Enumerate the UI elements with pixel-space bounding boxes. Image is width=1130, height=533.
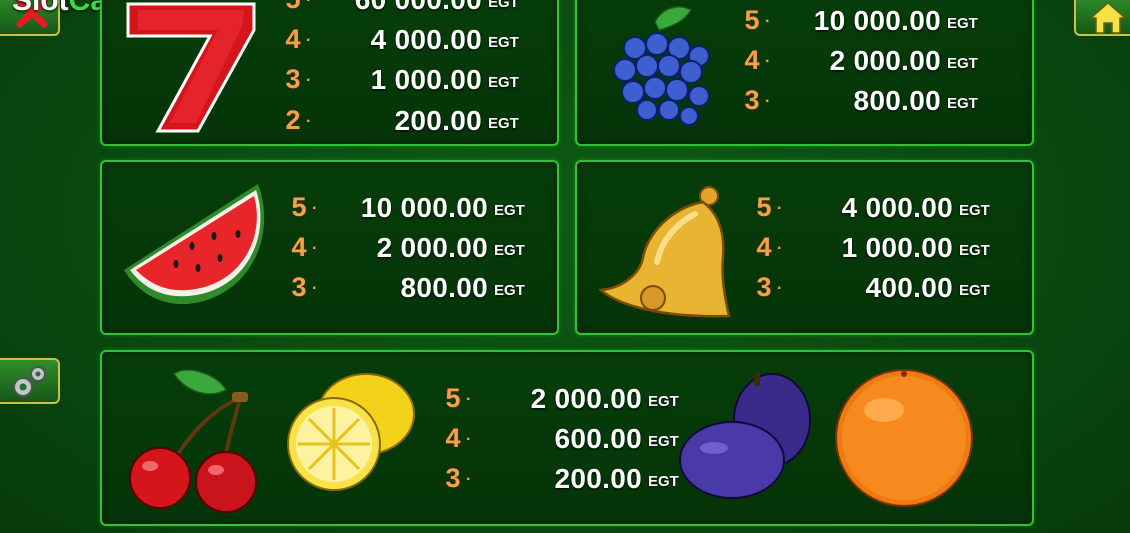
pay-amount: 2 000.00: [530, 383, 642, 414]
pay-row: 3 · 200.00 EGT: [442, 461, 702, 501]
pay-dot: ·: [312, 240, 318, 257]
pay-dot: ·: [777, 240, 783, 257]
pay-amount: 1 000.00: [841, 232, 953, 263]
pay-row: 4 · 4 000.00 EGT: [282, 22, 542, 62]
pay-amount: 600.00: [554, 423, 642, 454]
pay-amount: 60 000.00: [322, 0, 482, 16]
paytable-panel-watermelon: 5 · 10 000.00 EGT 4 · 2 000.00 EGT 3 · 800.00…: [100, 160, 559, 335]
pay-row: 3 · 400.00 EGT: [753, 270, 1013, 310]
pay-count: 3: [744, 85, 760, 115]
pay-currency: EGT: [488, 74, 519, 91]
home-icon: [1089, 1, 1127, 34]
pay-currency: EGT: [959, 202, 990, 219]
pay-row: 3 · 800.00 EGT: [288, 270, 548, 310]
pay-amount: 4 000.00: [841, 192, 953, 223]
pay-count: 4: [744, 45, 760, 75]
pay-currency: EGT: [947, 55, 978, 72]
pay-count: 5: [291, 192, 307, 222]
pay-currency: EGT: [959, 282, 990, 299]
pay-currency: EGT: [494, 282, 525, 299]
pay-count: 5: [282, 0, 304, 15]
pay-count: 5: [756, 192, 772, 222]
pay-amount: 400.00: [865, 272, 953, 303]
pay-row: 2 · 200.00 EGT: [282, 103, 542, 143]
paytable-panel-bell: 5 · 4 000.00 EGT 4 · 1 000.00 EGT 3 · 400.00 E…: [575, 160, 1034, 335]
pay-count: 2: [285, 105, 301, 135]
pay-amount: 800.00: [853, 85, 941, 116]
pay-dot: ·: [306, 0, 312, 9]
pay-count: 3: [285, 64, 301, 94]
pay-count: 3: [291, 272, 307, 302]
pay-count: 4: [445, 423, 461, 453]
pay-dot: ·: [466, 391, 472, 408]
pay-dot: ·: [466, 431, 472, 448]
pay-count: 4: [285, 24, 301, 54]
orange-icon: [835, 369, 973, 507]
pay-amount: 10 000.00: [813, 5, 941, 36]
pay-currency: EGT: [488, 115, 519, 132]
pay-dot: ·: [306, 113, 312, 130]
gear-icon: [13, 366, 46, 397]
pay-dot: ·: [765, 53, 771, 70]
home-button[interactable]: [1074, 0, 1130, 36]
pay-currency: EGT: [959, 242, 990, 259]
pay-count: 4: [291, 232, 307, 262]
pay-count: 4: [756, 232, 772, 262]
paytable-panel-seven: 5· 60 000.00EGT 4· 4 000.00EGT 3· 1 000.…: [100, 0, 559, 146]
pay-dot: ·: [765, 93, 771, 110]
pay-row: 5 · 2 000.00 EGT: [442, 381, 702, 421]
plum-icon: [679, 372, 811, 499]
pay-currency: EGT: [488, 34, 519, 51]
pay-row: 4 · 1 000.00 EGT: [753, 230, 1013, 270]
pay-row: 3 · 1 000.00 EGT: [282, 62, 542, 102]
pay-dot: ·: [312, 280, 318, 297]
pay-dot: ·: [306, 32, 312, 49]
cherry-icon: [129, 369, 257, 513]
pay-currency: EGT: [494, 202, 525, 219]
pay-amount: 200.00: [394, 105, 482, 136]
pay-row: 5 · 10 000.00 EGT: [288, 190, 548, 230]
pay-amount: 2 000.00: [829, 45, 941, 76]
lemon-icon: [287, 373, 415, 491]
paytable-panel-grapes: 5 · 10 000.00 EGT 4 · 2 000.00 EGT 3 · 800.00…: [575, 0, 1034, 146]
pay-count: 5: [445, 383, 461, 413]
bell-icon: [598, 186, 731, 318]
pay-amount: 10 000.00: [360, 192, 488, 223]
pay-count: 3: [756, 272, 772, 302]
pay-row: 5 · 4 000.00 EGT: [753, 190, 1013, 230]
pay-dot: ·: [466, 471, 472, 488]
settings-button[interactable]: [0, 358, 60, 404]
pay-count: 3: [445, 463, 461, 493]
paytable-panel-small-fruits: 5 · 2 000.00 EGT 4 · 600.00 EGT 3 · 200.00 EGT: [100, 350, 1034, 526]
pay-count: 5: [744, 5, 760, 35]
pay-row: 3 · 800.00 EGT: [741, 83, 1001, 123]
pay-amount: 200.00: [554, 463, 642, 494]
pay-amount: 800.00: [400, 272, 488, 303]
pay-dot: ·: [306, 72, 312, 89]
pay-dot: ·: [312, 200, 318, 217]
grapes-icon: [613, 6, 710, 126]
pay-currency: EGT: [947, 95, 978, 112]
pay-row: 5· 60 000.00 EGT: [282, 0, 542, 22]
pay-amount: 1 000.00: [370, 64, 482, 95]
seven-icon: [126, 2, 256, 133]
pay-amount: 4 000.00: [370, 24, 482, 55]
pay-row: 4 · 600.00 EGT: [442, 421, 702, 461]
pay-row: 5 · 10 000.00 EGT: [741, 3, 1001, 43]
pay-dot: ·: [777, 200, 783, 217]
pay-currency: EGT: [947, 15, 978, 32]
pay-currency: EGT: [488, 0, 519, 11]
watermark-part1: Slot: [12, 0, 69, 17]
pay-dot: ·: [765, 13, 771, 30]
watermelon-icon: [124, 184, 265, 305]
pay-dot: ·: [777, 280, 783, 297]
pay-currency: EGT: [494, 242, 525, 259]
pay-row: 4 · 2 000.00 EGT: [741, 43, 1001, 83]
pay-amount: 2 000.00: [376, 232, 488, 263]
pay-row: 4 · 2 000.00 EGT: [288, 230, 548, 270]
